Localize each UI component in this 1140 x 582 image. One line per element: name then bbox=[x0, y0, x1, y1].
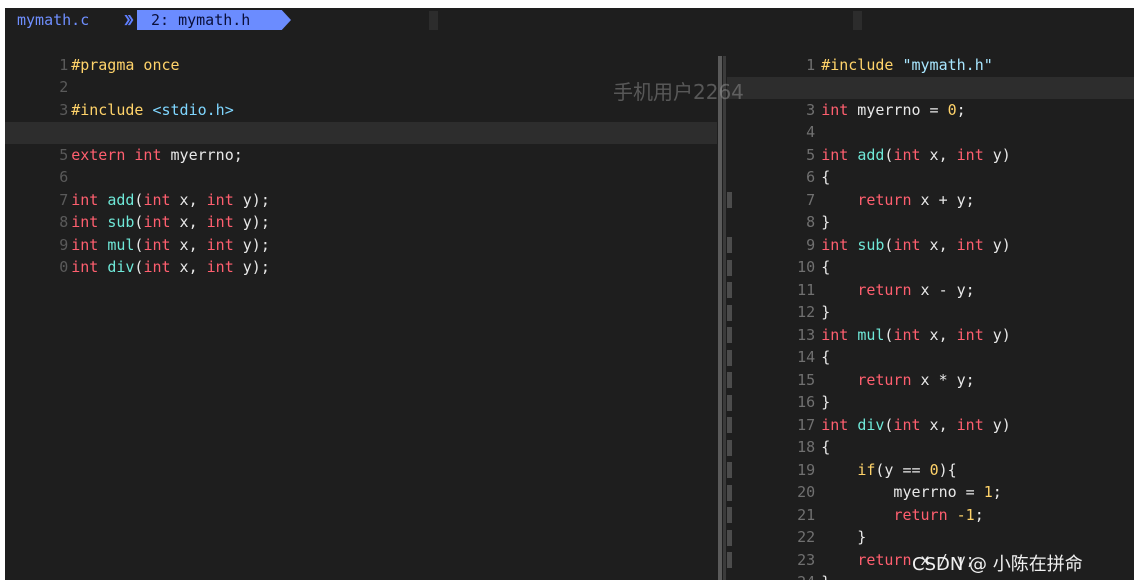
vertical-split-divider[interactable] bbox=[717, 56, 727, 580]
editor-pane-right[interactable]: 1#include "mymath.h" 2 3int myerrno = 0;… bbox=[727, 32, 1134, 580]
code-line-cursor: 3 int myerrno = 0; bbox=[727, 77, 1134, 119]
code-line: 8 int sub(int x, int y); bbox=[59, 213, 270, 231]
code-line: 21 return -1; bbox=[727, 482, 1134, 524]
code-line: 17 int div(int x, int y) bbox=[727, 392, 1134, 434]
code-line: 22 } bbox=[727, 504, 1134, 546]
tab-line: mymath.c ❯❯ 2: mymath.h bbox=[5, 8, 1134, 32]
editor-pane-left[interactable]: 1#pragma once 2 3#include <stdio.h> 4 5e… bbox=[5, 32, 717, 580]
code-line: 1 #include "mymath.h" bbox=[727, 32, 1134, 74]
code-line: 9 int sub(int x, int y) bbox=[727, 212, 1134, 254]
tab-active-label: 2: mymath.h bbox=[151, 11, 251, 29]
credit-watermark: CSDN @ 小陈在拼命 bbox=[912, 554, 1083, 575]
code-line: 1 #pragma once bbox=[5, 32, 717, 74]
tab-mymath-h[interactable]: 2: mymath.h bbox=[137, 10, 291, 30]
code-line: 0 int div(int x, int y); bbox=[59, 258, 270, 276]
code-line-cursor: 5 extern int myerrno; bbox=[5, 122, 717, 164]
code-line: 12} bbox=[727, 279, 1134, 321]
tab-line-indicator bbox=[429, 11, 438, 30]
code-line: 2 bbox=[727, 54, 1134, 96]
code-line: 3 #include <stdio.h> bbox=[59, 101, 234, 119]
line-number: 0 bbox=[59, 258, 69, 276]
code-line: 2 bbox=[5, 54, 717, 96]
watermark-text: 手机用户2264 bbox=[613, 80, 744, 104]
code-line: 14{ bbox=[727, 324, 1134, 366]
tab-line-indicator bbox=[853, 11, 862, 30]
editor-window: mymath.c ❯❯ 2: mymath.h 1 #pragma once 2 … bbox=[5, 8, 1134, 580]
code-line: 7 int add(int x, int y); bbox=[59, 191, 270, 209]
code-line: 4 bbox=[727, 99, 1134, 141]
code-line: 16} bbox=[727, 369, 1134, 411]
code-line: 7 return x + y; bbox=[727, 167, 1134, 209]
code-line: 23 return x / y; bbox=[727, 527, 1134, 569]
code-line: 9 int mul(int x, int y); bbox=[59, 236, 270, 254]
code-line: 18{ bbox=[727, 414, 1134, 456]
code-line: 11 return x - y; bbox=[727, 257, 1134, 299]
line-number: 24 bbox=[781, 571, 821, 580]
tab-separator-icon: ❯❯ bbox=[123, 12, 135, 28]
code-line: 6 bbox=[5, 144, 717, 186]
code-line: 13 int mul(int x, int y) bbox=[727, 302, 1134, 344]
code-line: 20 myerrno = 1; bbox=[727, 459, 1134, 501]
code-line: 15 return x * y; bbox=[727, 347, 1134, 389]
code-line: 19 if(y == 0){ bbox=[727, 437, 1134, 479]
code-line: 6{ bbox=[727, 144, 1134, 186]
tab-mymath-c[interactable]: mymath.c bbox=[17, 10, 89, 30]
code-line: 8} bbox=[727, 189, 1134, 231]
code-line: 5 int add(int x, int y) bbox=[727, 122, 1134, 164]
code-line: 10{ bbox=[727, 234, 1134, 276]
code-line: 4 bbox=[5, 99, 717, 141]
